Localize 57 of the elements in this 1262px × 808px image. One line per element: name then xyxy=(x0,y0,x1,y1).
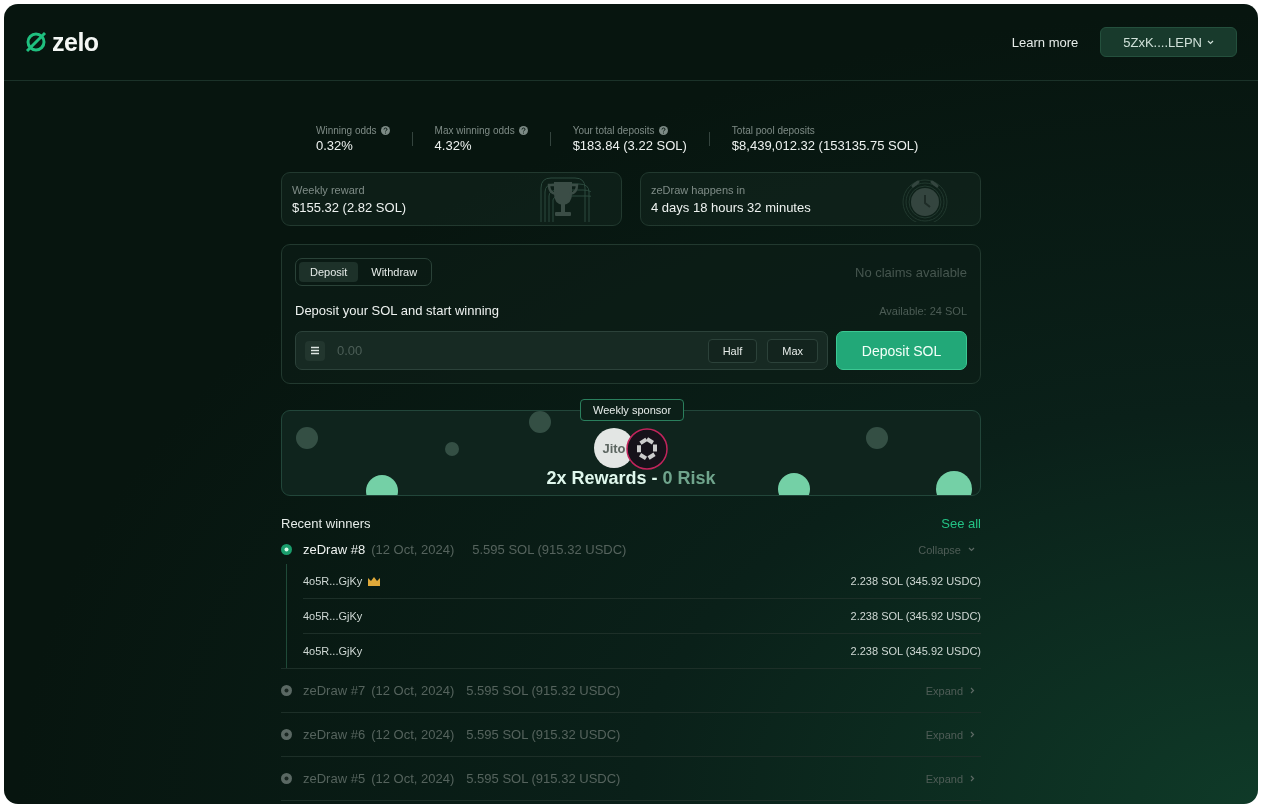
card-label: Weekly reward xyxy=(292,183,366,196)
sponsor-logo-icon xyxy=(626,428,668,470)
sponsor-tag: Weekly sponsor xyxy=(580,399,685,421)
sponsor-headline: 2x Rewards - 0 Risk xyxy=(546,468,716,489)
draw-title: zeDraw #6 xyxy=(303,727,366,742)
draw-date: (12 Oct, 2024) xyxy=(371,542,455,557)
stat-value: $8,439,012.32 (153135.75 SOL) xyxy=(731,138,919,153)
draw-amount: 5.595 SOL (915.32 USDC) xyxy=(466,683,621,698)
winner-amount: 2.238 SOL (345.92 USDC) xyxy=(850,575,981,587)
chevron-down-icon xyxy=(1207,39,1214,45)
stopwatch-icon xyxy=(900,176,950,222)
panel-heading: Deposit your SOL and start winning xyxy=(295,303,499,318)
card-value: $155.32 (2.82 SOL) xyxy=(292,199,407,215)
draw-amount: 5.595 SOL (915.32 USDC) xyxy=(466,727,621,742)
help-icon[interactable] xyxy=(380,126,390,135)
draw-date: (12 Oct, 2024) xyxy=(371,683,455,698)
card-value: 4 days 18 hours 32 minutes xyxy=(651,199,811,215)
available-balance: Available: 24 SOL xyxy=(879,304,967,317)
winner-address: 4o5R...GjKy xyxy=(303,575,363,587)
chevron-right-icon xyxy=(970,775,975,782)
draw-date: (12 Oct, 2024) xyxy=(371,727,455,742)
see-all-link[interactable]: See all xyxy=(941,516,981,531)
stat-value: 0.32% xyxy=(316,138,354,153)
help-icon[interactable] xyxy=(518,126,528,135)
stat-label: Total pool deposits xyxy=(731,125,815,136)
draw-date: (12 Oct, 2024) xyxy=(371,771,455,786)
winner-amount: 2.238 SOL (345.92 USDC) xyxy=(850,645,981,657)
tab[interactable]: Deposit xyxy=(299,262,359,282)
logo-text: zelo xyxy=(52,27,99,57)
draw-title: zeDraw #5 xyxy=(303,771,366,786)
section-title: Recent winners xyxy=(281,516,371,531)
draw-amount: 5.595 SOL (915.32 USDC) xyxy=(466,771,621,786)
claims-status: No claims available xyxy=(855,264,967,280)
draw-title: zeDraw #8 xyxy=(303,542,366,557)
stat-label: Your total deposits xyxy=(572,125,655,136)
card-label: zeDraw happens in xyxy=(651,183,747,196)
stat-value: 4.32% xyxy=(434,138,473,153)
winner-amount: 2.238 SOL (345.92 USDC) xyxy=(850,610,981,622)
chevron-right-icon xyxy=(970,687,975,694)
half-button[interactable]: Half xyxy=(707,338,758,363)
menu-icon[interactable] xyxy=(305,340,325,361)
crown-icon xyxy=(368,576,381,586)
winner-address: 4o5R...GjKy xyxy=(303,610,363,622)
max-button[interactable]: Max xyxy=(767,338,818,363)
winner-address: 4o5R...GjKy xyxy=(303,645,363,657)
stat-label: Max winning odds xyxy=(434,125,515,136)
draw-title: zeDraw #7 xyxy=(303,683,366,698)
wallet-button[interactable]: 5ZxK....LEPN xyxy=(1100,27,1237,57)
tab[interactable]: Withdraw xyxy=(360,262,429,282)
help-icon[interactable] xyxy=(658,126,668,135)
chevron-down-icon xyxy=(968,547,975,552)
chevron-right-icon xyxy=(970,731,975,738)
stat-value: $183.84 (3.22 SOL) xyxy=(572,138,687,153)
learn-more-link[interactable]: Learn more xyxy=(1011,34,1079,50)
logo-icon xyxy=(25,31,47,53)
draw-amount: 5.595 SOL (915.32 USDC) xyxy=(472,542,627,557)
stat-label: Winning odds xyxy=(316,125,377,136)
